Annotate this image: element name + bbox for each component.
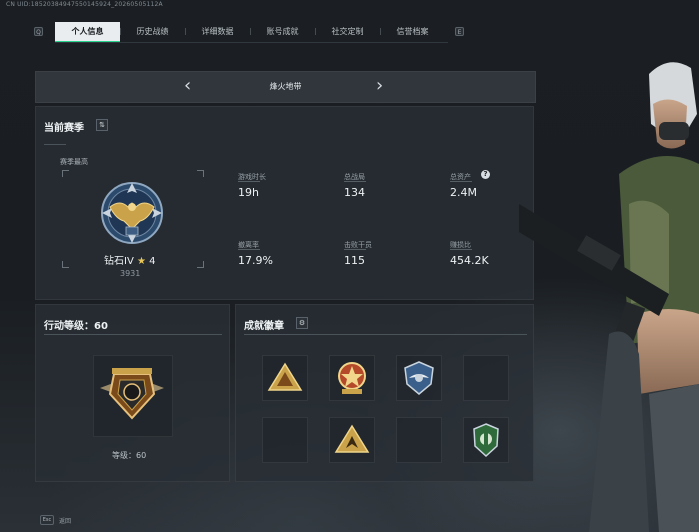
action-level-title: 行动等级：60 <box>44 317 108 332</box>
uid-label: CN UID:18520384947550145924_20260505112A <box>6 1 163 8</box>
tab-history[interactable]: 历史战绩 <box>120 22 185 41</box>
level-label: 等级：60 <box>112 451 147 460</box>
badge-slot[interactable] <box>396 355 442 401</box>
tab-divider <box>55 42 448 43</box>
stat-value-total-matches: 134 <box>344 186 365 199</box>
map-selector: ‹ 烽火地带 › <box>35 71 536 103</box>
gear-icon[interactable]: ⚙ <box>296 317 308 329</box>
star-icon: ★ <box>136 256 146 267</box>
action-level-title-text: 行动等级： <box>44 321 94 332</box>
rank-score: 3931 <box>120 269 141 278</box>
esc-key[interactable]: Esc <box>40 515 54 525</box>
season-title: 当前赛季 <box>44 123 84 134</box>
badge-slot[interactable] <box>329 417 375 463</box>
wing-shield-badge-icon <box>404 361 434 395</box>
green-shield-badge-icon <box>473 423 499 458</box>
tab-next-key[interactable]: E <box>455 27 464 36</box>
arrow-triangle-badge-icon <box>334 424 370 453</box>
stat-value-extraction-rate: 17.9% <box>238 254 273 267</box>
stat-underline <box>344 181 366 182</box>
frame-corner <box>197 170 204 177</box>
pyramid-badge-icon <box>267 362 303 391</box>
operator-character-image <box>519 62 699 532</box>
stat-underline <box>238 249 260 250</box>
badge-slot-empty[interactable] <box>463 355 509 401</box>
stat-value-total-assets: 2.4M <box>450 186 477 199</box>
stat-underline <box>450 181 472 182</box>
tab-achievements[interactable]: 账号成就 <box>250 22 315 41</box>
achievements-title: 成就徽章 <box>244 321 284 332</box>
badge-slot-empty[interactable] <box>262 417 308 463</box>
achievements-underline <box>244 334 527 335</box>
season-title-underline <box>44 144 66 145</box>
map-title: 烽火地带 <box>269 82 302 91</box>
stat-underline <box>344 249 366 250</box>
tab-reputation[interactable]: 信誉档案 <box>380 22 445 41</box>
level-emblem-icon <box>100 368 164 420</box>
tab-prev-key[interactable]: Q <box>34 27 43 36</box>
stat-value-operators-defeated: 115 <box>344 254 365 267</box>
rank-stars: 4 <box>149 256 156 267</box>
back-label[interactable]: 返回 <box>59 516 71 525</box>
tab-social[interactable]: 社交定制 <box>315 22 380 41</box>
badge-slot-empty[interactable] <box>396 417 442 463</box>
stat-value-playtime: 19h <box>238 186 259 199</box>
diamond-rank-emblem-icon <box>101 182 163 244</box>
stat-value-profit-loss: 454.2K <box>450 254 489 267</box>
stat-underline <box>450 249 472 250</box>
rank-name: 钻石IV ★ 4 <box>104 252 156 267</box>
season-best-label: 赛季最高 <box>60 158 88 166</box>
star-medal-badge-icon <box>338 362 366 394</box>
chevron-right-icon[interactable]: › <box>376 76 383 96</box>
rank-name-text: 钻石IV <box>104 256 134 267</box>
tab-personal-info[interactable]: 个人信息 <box>55 22 120 43</box>
frame-corner <box>197 261 204 268</box>
stat-underline <box>238 181 260 182</box>
action-level-value: 60 <box>94 321 108 332</box>
frame-corner <box>62 170 69 177</box>
swap-icon[interactable]: ⇅ <box>96 119 108 131</box>
action-level-underline <box>44 334 222 335</box>
tab-details[interactable]: 详细数据 <box>185 22 250 41</box>
badge-slot[interactable] <box>463 417 509 463</box>
frame-corner <box>62 261 69 268</box>
help-icon[interactable]: ? <box>481 170 490 179</box>
badge-slot[interactable] <box>262 355 308 401</box>
tab-bar: 个人信息 历史战绩 详细数据 账号成就 社交定制 信誉档案 <box>55 22 445 43</box>
badge-slot[interactable] <box>329 355 375 401</box>
